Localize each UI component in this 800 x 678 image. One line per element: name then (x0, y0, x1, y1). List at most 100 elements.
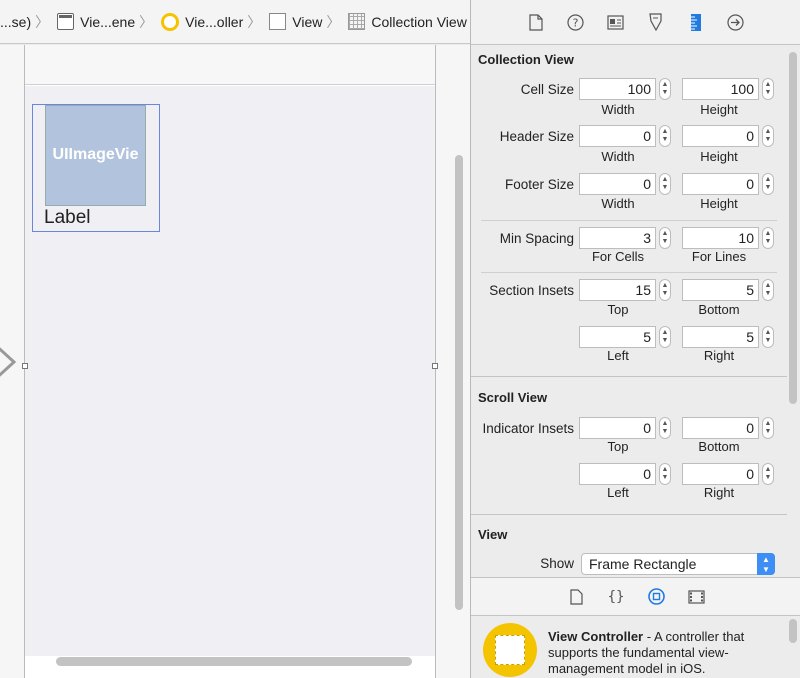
section-inset-bottom-field[interactable]: 5 (682, 279, 759, 301)
section-inset-left-field[interactable]: 5 (579, 326, 656, 348)
show-popup[interactable]: Frame Rectangle ▲ ▼ (581, 553, 775, 575)
height-caption: Height (700, 149, 738, 164)
indicator-inset-left-field[interactable]: 0 (579, 463, 656, 485)
resize-handle-left[interactable] (22, 363, 28, 369)
chevron-right-icon: 〉 (139, 13, 154, 30)
xcode-window: ...se) 〉 Vie...ene 〉 Vie...oller 〉 View … (0, 0, 800, 678)
footer-height-field[interactable]: 0 (682, 173, 759, 195)
header-height-stepper[interactable]: ▲ ▼ (762, 125, 774, 147)
indicator-insets-label: Indicator Insets (482, 421, 574, 436)
cell-height-stepper[interactable]: ▲ ▼ (762, 78, 774, 100)
section-inset-left-stepper[interactable]: ▲ ▼ (659, 326, 671, 348)
chevron-right-icon: 〉 (35, 13, 50, 30)
min-spacing-lines-field[interactable]: 10 (682, 227, 759, 249)
section-inset-top-field[interactable]: 15 (579, 279, 656, 301)
cell-label[interactable]: Label (44, 207, 91, 229)
size-inspector-icon[interactable] (687, 13, 705, 31)
breadcrumb-view-controller[interactable]: Vie...oller 〉 (153, 0, 261, 43)
object-library-icon[interactable] (647, 588, 665, 606)
attributes-inspector-icon[interactable] (647, 13, 665, 31)
library-item-view-controller[interactable]: View Controller - A controller that supp… (548, 629, 773, 677)
indicator-inset-right-stepper[interactable]: ▲ ▼ (762, 463, 774, 485)
chevron-right-icon: 〉 (326, 13, 341, 30)
canvas-vertical-scrollbar[interactable] (455, 155, 463, 610)
view-controller-icon (161, 12, 180, 31)
divider (481, 220, 777, 221)
left-caption: Left (607, 485, 629, 500)
footer-size-label: Footer Size (504, 177, 574, 192)
resize-handle-right[interactable] (432, 363, 438, 369)
for-cells-caption: For Cells (591, 249, 644, 264)
header-height-field[interactable]: 0 (682, 125, 759, 147)
breadcrumb-view[interactable]: View 〉 (261, 0, 341, 43)
header-width-stepper[interactable]: ▲ ▼ (659, 125, 671, 147)
storyboard-canvas[interactable]: UIImageVie Label (0, 45, 470, 678)
cell-size-label: Cell Size (520, 82, 574, 97)
top-caption: Top (607, 302, 629, 317)
indicator-inset-top-stepper[interactable]: ▲ ▼ (659, 417, 671, 439)
breadcrumb-scene[interactable]: Vie...ene 〉 (49, 0, 154, 43)
section-inset-right-field[interactable]: 5 (682, 326, 759, 348)
library-scrollbar[interactable] (789, 619, 797, 643)
header-width-field[interactable]: 0 (579, 125, 656, 147)
min-spacing-label: Min Spacing (499, 231, 574, 246)
section-separator (471, 514, 787, 515)
code-snippet-library-icon[interactable]: {} (607, 588, 625, 606)
svg-text:?: ? (573, 16, 579, 29)
width-caption: Width (601, 102, 635, 117)
bottom-caption: Bottom (698, 439, 740, 454)
image-view-label: UIImageVie (52, 146, 139, 163)
file-inspector-icon[interactable] (527, 13, 545, 31)
section-separator (471, 376, 787, 377)
show-label: Show (540, 556, 574, 571)
section-title-view: View (478, 527, 508, 542)
footer-width-field[interactable]: 0 (579, 173, 656, 195)
indicator-inset-bottom-field[interactable]: 0 (682, 417, 759, 439)
indicator-inset-left-stepper[interactable]: ▲ ▼ (659, 463, 671, 485)
segue-arrow-icon (0, 347, 17, 377)
cell-width-stepper[interactable]: ▲ ▼ (659, 78, 671, 100)
view-icon (269, 13, 287, 30)
width-caption: Width (601, 196, 635, 211)
utilities-panel: ? Collection View Cell Size 100 ▲ ▼ 100 ▲… (470, 0, 800, 678)
popup-arrows-icon: ▲ ▼ (757, 553, 775, 575)
footer-height-stepper[interactable]: ▲ ▼ (762, 173, 774, 195)
right-caption: Right (703, 485, 735, 500)
min-spacing-lines-stepper[interactable]: ▲ ▼ (762, 227, 774, 249)
breadcrumb-storyboard[interactable]: ...se) 〉 (0, 0, 50, 43)
show-popup-value: Frame Rectangle (589, 556, 697, 572)
min-spacing-cells-stepper[interactable]: ▲ ▼ (659, 227, 671, 249)
connections-inspector-icon[interactable] (727, 13, 745, 31)
breadcrumb-collection-view[interactable]: Collection View (340, 0, 467, 43)
breadcrumb-label: ...se) (0, 13, 32, 30)
breadcrumb-label: Vie...ene (80, 13, 136, 30)
view-controller-icon[interactable] (483, 623, 537, 677)
collection-view[interactable]: UIImageVie Label (25, 86, 435, 656)
inspector-scrollbar[interactable] (789, 52, 797, 404)
file-template-library-icon[interactable] (567, 588, 585, 606)
scene-frame[interactable]: UIImageVie Label (22, 45, 438, 678)
media-library-icon[interactable] (687, 588, 705, 606)
breadcrumb-label: View (292, 13, 323, 30)
image-view[interactable]: UIImageVie (45, 105, 146, 206)
cell-width-field[interactable]: 100 (579, 78, 656, 100)
canvas-horizontal-scrollbar[interactable] (56, 657, 412, 666)
collection-view-cell[interactable]: UIImageVie Label (32, 104, 160, 232)
section-inset-bottom-stepper[interactable]: ▲ ▼ (762, 279, 774, 301)
jump-bar: ...se) 〉 Vie...ene 〉 Vie...oller 〉 View … (0, 0, 470, 44)
section-title-scroll-view: Scroll View (478, 390, 548, 405)
top-bar (25, 45, 435, 85)
bottom-caption: Bottom (698, 302, 740, 317)
identity-inspector-icon[interactable] (607, 13, 625, 31)
min-spacing-cells-field[interactable]: 3 (579, 227, 656, 249)
height-caption: Height (700, 102, 738, 117)
indicator-inset-bottom-stepper[interactable]: ▲ ▼ (762, 417, 774, 439)
help-icon[interactable]: ? (567, 13, 585, 31)
footer-width-stepper[interactable]: ▲ ▼ (659, 173, 671, 195)
section-inset-top-stepper[interactable]: ▲ ▼ (659, 279, 671, 301)
cell-height-field[interactable]: 100 (682, 78, 759, 100)
indicator-inset-top-field[interactable]: 0 (579, 417, 656, 439)
indicator-inset-right-field[interactable]: 0 (682, 463, 759, 485)
section-inset-right-stepper[interactable]: ▲ ▼ (762, 326, 774, 348)
collection-view-icon (348, 13, 366, 30)
